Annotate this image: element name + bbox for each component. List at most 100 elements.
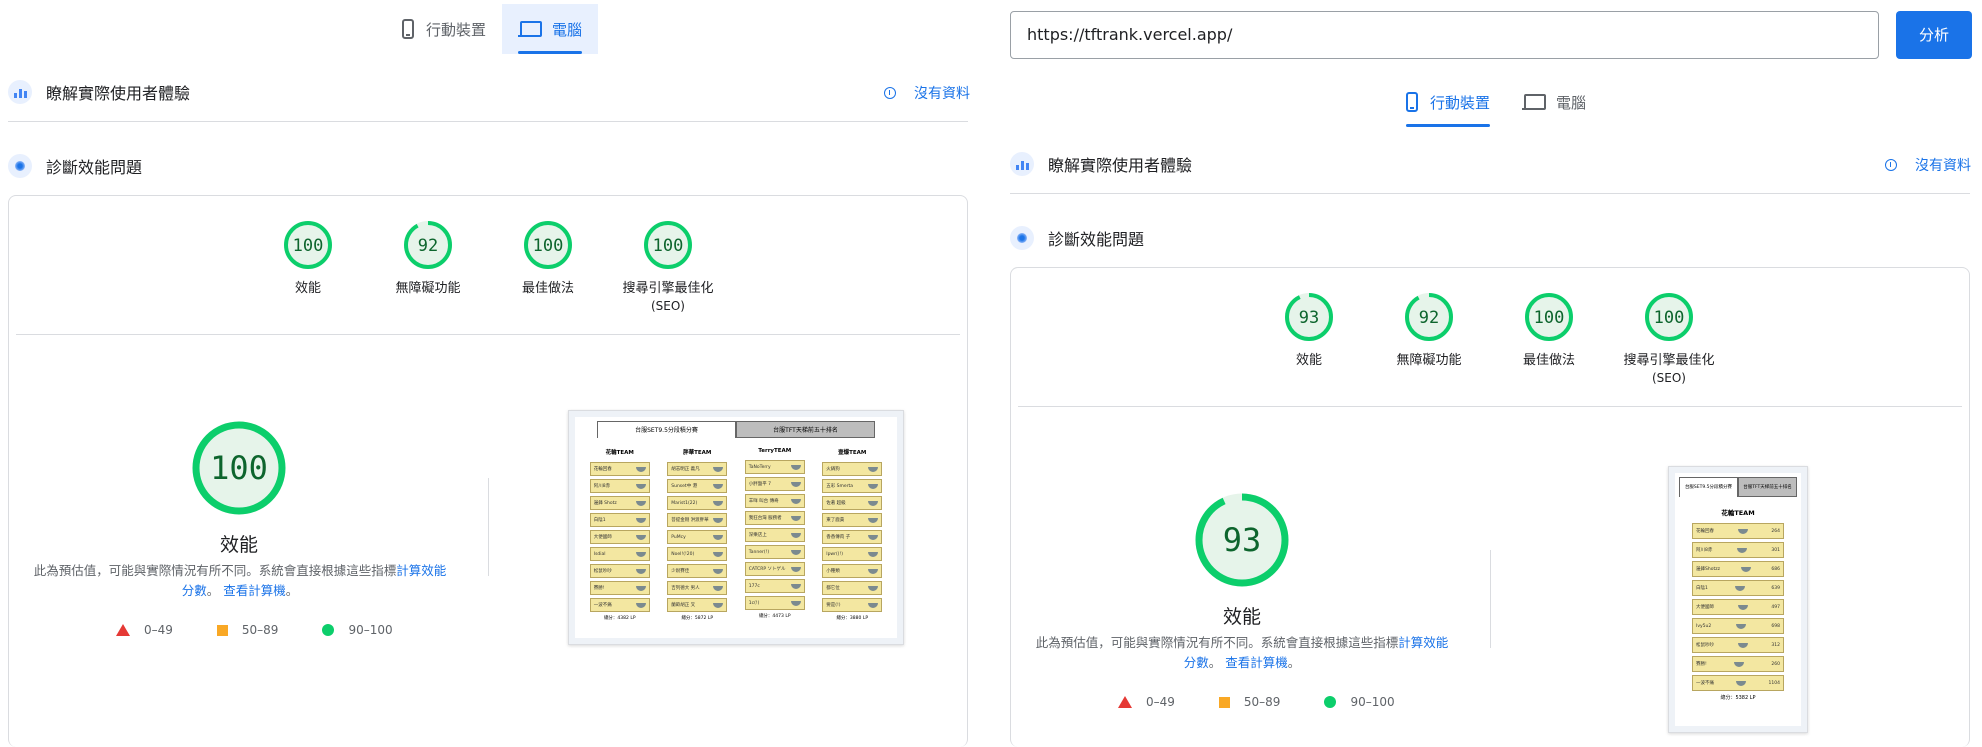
field-data-header: 瞭解實際使用者體驗 — [8, 77, 190, 107]
vertical-divider — [1490, 550, 1491, 648]
square-icon — [1218, 696, 1230, 708]
gauge-accessibility[interactable]: 92 無障礙功能 — [1369, 292, 1489, 370]
gauge-best-practices[interactable]: 100 最佳做法 — [488, 220, 608, 298]
gauge-value: 93 — [1299, 308, 1319, 328]
main-gauge-label: 效能 — [1222, 606, 1261, 628]
thumb-team-name: 胖華TEAM — [683, 450, 712, 456]
no-data-link[interactable]: 沒有資料 — [1885, 155, 1971, 175]
url-input[interactable]: https://tftrank.vercel.app/ — [1010, 11, 1879, 59]
thumb-team-total: 總分：5382 LP — [1720, 695, 1756, 701]
info-icon — [884, 87, 896, 99]
divider — [16, 334, 960, 335]
tab-mobile[interactable]: 行動裝置 — [1390, 77, 1506, 127]
tab-desktop[interactable]: 電腦 — [1506, 77, 1602, 127]
legend-fail: 0–49 — [1118, 695, 1175, 709]
diagnose-icon — [1010, 226, 1034, 250]
left-report-panel: 行動裝置 電腦 瞭解實際使用者體驗 沒有資料 診斷效能問題 100 效能 92 … — [0, 0, 980, 747]
smartphone-icon — [402, 19, 414, 39]
gauge-accessibility[interactable]: 92 無障礙功能 — [368, 220, 488, 298]
gauge-sublabel: (SEO) — [1651, 371, 1686, 385]
gauge-seo[interactable]: 100 搜尋引擎最佳化 (SEO) — [608, 220, 728, 314]
gauge-seo[interactable]: 100 搜尋引擎最佳化 (SEO) — [1609, 292, 1729, 386]
thumb-team-name: 壹爆TEAM — [838, 450, 867, 456]
thumb-tab-active: 台服SET9.5分段積分賽 — [597, 421, 736, 438]
calculator-link[interactable]: 查看計算機 — [223, 583, 286, 598]
thumb-tab-inactive: 台服TFT天梯前五十排名 — [1738, 477, 1797, 497]
square-icon — [216, 624, 228, 636]
laptop-icon — [1522, 94, 1547, 110]
page-screenshot-thumbnail[interactable]: 台服SET9.5分段積分賽 台服TFT天梯前五十排名 花輪TEAM 花輪回春 阿… — [568, 410, 904, 645]
divider — [8, 121, 968, 122]
tab-mobile-label: 行動裝置 — [1430, 93, 1491, 112]
gauge-best-practices[interactable]: 100 最佳做法 — [1489, 292, 1609, 370]
thumb-team-total: 總分：4382 LP — [603, 616, 636, 621]
thumb-team-name: 花輪TEAM — [1721, 509, 1755, 517]
analyze-button[interactable]: 分析 — [1896, 11, 1972, 59]
legend-label: 90–100 — [1350, 695, 1395, 709]
description-punct: 。 — [1287, 655, 1301, 670]
description-punct: 。 — [285, 583, 299, 598]
legend-label: 0–49 — [1146, 695, 1175, 709]
thumb-team-total: 總分：5872 LP — [681, 616, 714, 621]
gauge-performance[interactable]: 93 效能 — [1249, 292, 1369, 370]
tab-desktop-label: 電腦 — [552, 20, 583, 39]
thumb-team-name: 花輪TEAM — [605, 450, 634, 456]
triangle-icon — [1118, 696, 1132, 708]
triangle-icon — [116, 624, 130, 636]
thumb-tab-active: 台服SET9.5分段積分賽 — [1679, 477, 1738, 497]
divider — [1018, 406, 1962, 407]
page-screenshot-thumbnail[interactable]: 台服SET9.5分段積分賽 台服TFT天梯前五十排名 花輪TEAM 花輪回春 26… — [1668, 466, 1808, 733]
gauge-label: 無障礙功能 — [1396, 353, 1462, 368]
vertical-divider — [488, 478, 489, 576]
gauge-ring: 93 — [1285, 293, 1333, 341]
info-icon — [1885, 159, 1897, 171]
right-report-panel: https://tftrank.vercel.app/ 分析 行動裝置 電腦 瞭… — [1008, 0, 1982, 747]
gauge-value: 100 — [293, 236, 324, 256]
legend-fail: 0–49 — [116, 623, 173, 637]
thumb-team: 花輪TEAM 花輪回春 264 阿川8赤 301 邊鋒Shotzz 686 白陰1 63… — [1692, 507, 1784, 701]
gauge-performance[interactable]: 100 效能 — [248, 220, 368, 298]
field-data-icon — [1010, 152, 1034, 176]
diagnose-header: 診斷效能問題 — [8, 151, 142, 181]
gauge-ring: 100 — [284, 221, 332, 269]
main-gauge-value: 93 — [1223, 521, 1262, 559]
field-data-title: 瞭解實際使用者體驗 — [1048, 156, 1193, 175]
diagnose-title: 診斷效能問題 — [1048, 230, 1145, 249]
gauge-ring: 92 — [404, 221, 452, 269]
tab-desktop[interactable]: 電腦 — [502, 4, 599, 54]
legend-pass: 90–100 — [1324, 695, 1395, 709]
gauge-sublabel: (SEO) — [650, 299, 685, 313]
gauge-value: 92 — [418, 236, 438, 256]
gauge-label: 效能 — [1295, 353, 1322, 368]
no-data-link[interactable]: 沒有資料 — [884, 83, 970, 103]
field-data-title: 瞭解實際使用者體驗 — [46, 84, 191, 103]
thumb-tab-inactive: 台服TFT天梯前五十排名 — [736, 421, 875, 438]
description-punct: 。 — [206, 583, 220, 598]
divider — [1010, 193, 1970, 194]
gauge-label: 效能 — [294, 281, 321, 296]
gauge-value: 100 — [1534, 308, 1565, 328]
gauge-ring: 92 — [1405, 293, 1453, 341]
no-data-label: 沒有資料 — [1915, 158, 1971, 174]
legend-label: 0–49 — [144, 623, 173, 637]
calculator-link[interactable]: 查看計算機 — [1225, 655, 1288, 670]
description-text: 此為預估值，可能與實際情況有所不同。系統會直接根據這些指標 — [1035, 635, 1399, 650]
thumb-team: TerryTEAM TaNoTerry 小胖盤平 7 羊咩 叫台 傳奇 我狂台灣… — [744, 448, 805, 621]
thumb-teams: 花輪TEAM 花輪回春 阿川8赤 邊鋒 Shotz 白陰1 大便國師 Isdia… — [575, 444, 897, 621]
main-performance-gauge: 100 — [192, 421, 286, 515]
gauge-value: 100 — [653, 236, 684, 256]
main-performance-gauge: 93 — [1195, 493, 1289, 587]
thumb-team: 壹爆TEAM 火鍋狗 五彩 Smerta 佐著 超級 東了鹿貴 香香傳肉 子 I… — [822, 448, 883, 621]
thumb-team: 胖華TEAM 胡志明正 義凡 Sunset中 港 Marist1(22) 菩提金… — [667, 448, 728, 621]
tab-mobile[interactable]: 行動裝置 — [386, 4, 502, 54]
circle-icon — [322, 624, 335, 636]
field-data-header: 瞭解實際使用者體驗 — [1010, 149, 1192, 179]
diagnose-icon — [8, 154, 32, 178]
gauge-label: 搜尋引擎最佳化 — [622, 281, 714, 296]
gauge-ring: 100 — [644, 221, 692, 269]
thumb-tabbar: 台服SET9.5分段積分賽 台服TFT天梯前五十排名 — [597, 421, 875, 438]
legend-label: 50–89 — [1243, 695, 1281, 709]
gauge-ring: 100 — [1525, 293, 1573, 341]
device-tabs: 行動裝置 電腦 — [1390, 77, 1602, 127]
legend-pass: 90–100 — [322, 623, 393, 637]
